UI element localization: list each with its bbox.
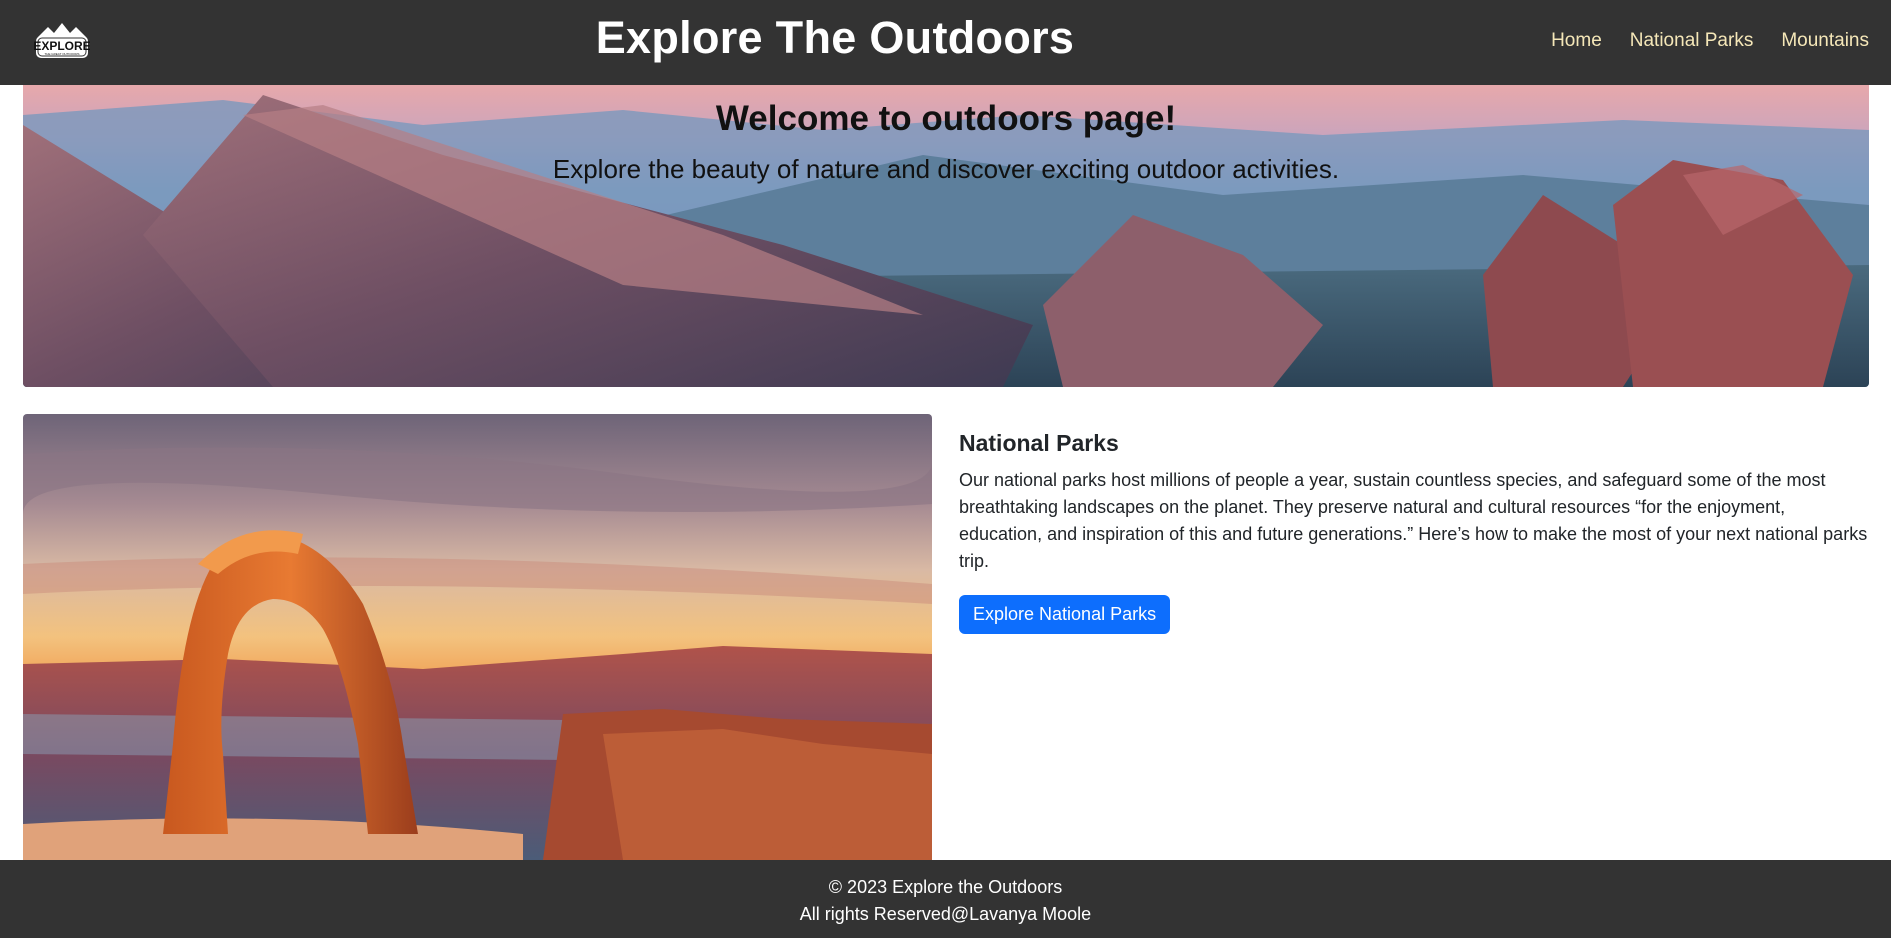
site-title: Explore The Outdoors	[595, 12, 1075, 63]
nav-link-mountains[interactable]: Mountains	[1781, 30, 1869, 52]
footer-rights: All rights Reserved@Lavanya Moole	[799, 904, 1092, 924]
card-text: Our national parks host millions of peop…	[959, 470, 1868, 571]
national-parks-card-body: National Parks Our national parks host m…	[959, 430, 1871, 634]
nav-link-home[interactable]: Home	[1551, 30, 1602, 52]
hero-banner: Welcome to outdoors page! Explore the be…	[23, 85, 1869, 387]
navbar: EXPLORE THE GREAT OUTDOORS Explore The O…	[0, 0, 1891, 85]
hero-subtitle: Explore the beauty of nature and discove…	[552, 154, 1340, 184]
card-title: National Parks	[959, 430, 1119, 456]
explore-national-parks-button[interactable]: Explore National Parks	[959, 595, 1171, 634]
nav-links: Home National Parks Mountains	[1551, 30, 1869, 52]
hero-title: Welcome to outdoors page!	[715, 99, 1177, 138]
footer: © 2023 Explore the Outdoors All rights R…	[0, 860, 1891, 938]
national-parks-image	[23, 414, 932, 860]
nav-link-national-parks[interactable]: National Parks	[1630, 30, 1754, 52]
footer-copyright: © 2023 Explore the Outdoors	[828, 877, 1063, 897]
